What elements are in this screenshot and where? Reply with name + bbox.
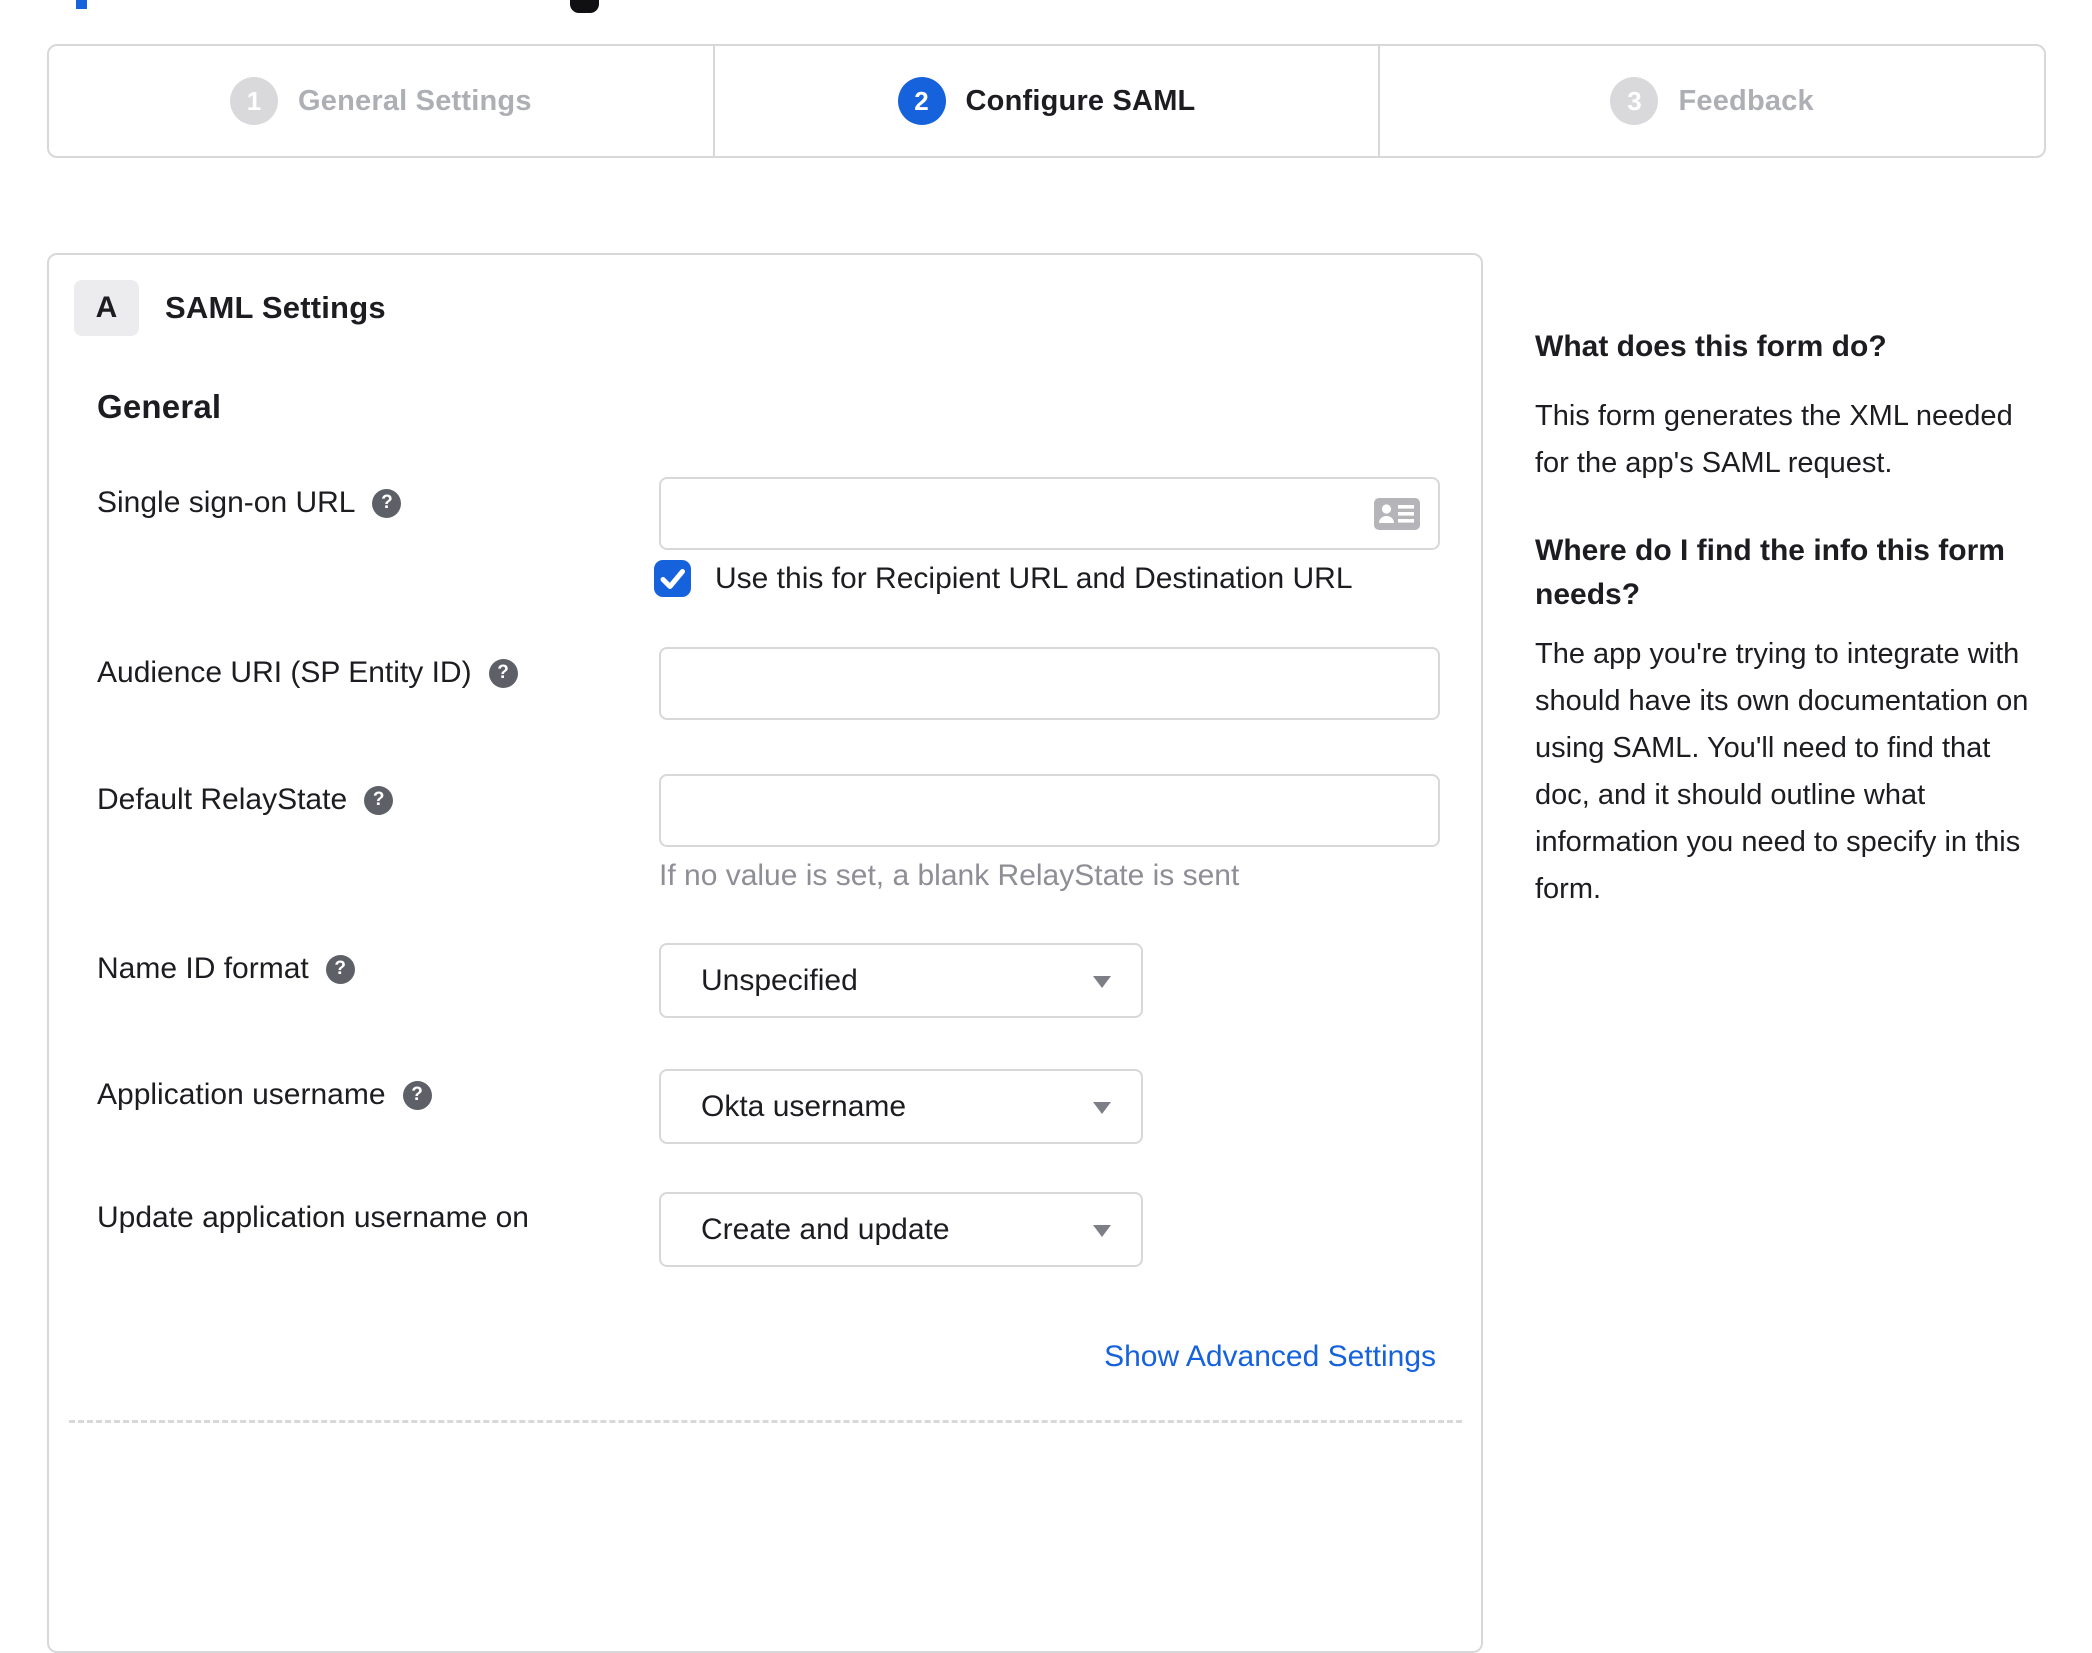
panel-title: SAML Settings xyxy=(165,290,386,325)
field-control: If no value is set, a blank RelayState i… xyxy=(659,774,1440,893)
field-label: Audience URI (SP Entity ID) ? xyxy=(97,656,518,690)
cropped-header-icon-fragment xyxy=(570,0,599,13)
sidebar-paragraph-where: The app you're trying to integrate with … xyxy=(1535,638,2029,905)
step-configure-saml[interactable]: 2 Configure SAML xyxy=(712,46,1379,156)
help-sidebar: What does this form do? This form genera… xyxy=(1535,325,2042,913)
field-control: Okta username xyxy=(659,1069,1143,1144)
field-label-text: Application username xyxy=(97,1078,386,1111)
field-row-audience-uri: Audience URI (SP Entity ID) ? xyxy=(97,647,1481,720)
step-label: General Settings xyxy=(298,84,532,117)
update-application-username-select[interactable]: Create and update xyxy=(659,1192,1143,1267)
field-control: Create and update xyxy=(659,1192,1143,1267)
select-value: Unspecified xyxy=(701,963,858,997)
field-label-text: Default RelayState xyxy=(97,783,348,816)
chevron-down-icon xyxy=(1093,1101,1111,1114)
sidebar-paragraph-what: This form generates the XML needed for t… xyxy=(1535,400,2013,479)
sidebar-heading-where: Where do I find the info this form needs… xyxy=(1535,534,2005,611)
help-icon[interactable]: ? xyxy=(402,1080,432,1110)
general-section-heading: General xyxy=(97,388,222,425)
field-control xyxy=(659,477,1440,550)
field-label: Application username ? xyxy=(97,1078,432,1112)
help-icon[interactable]: ? xyxy=(372,488,402,518)
field-label: Single sign-on URL ? xyxy=(97,486,402,520)
step-number-badge: 1 xyxy=(230,77,278,125)
step-general-settings[interactable]: 1 General Settings xyxy=(49,46,713,156)
sidebar-heading-what: What does this form do? xyxy=(1535,330,1887,363)
field-label: Name ID format ? xyxy=(97,952,355,986)
chevron-down-icon xyxy=(1093,975,1111,988)
contact-card-icon[interactable] xyxy=(1374,497,1420,530)
field-label-text: Update application username on xyxy=(97,1201,529,1234)
help-icon[interactable]: ? xyxy=(364,785,394,815)
show-advanced-settings-link[interactable]: Show Advanced Settings xyxy=(1104,1340,1436,1374)
recipient-url-checkbox-row: Use this for Recipient URL and Destinati… xyxy=(654,560,1353,597)
field-label: Update application username on xyxy=(97,1201,529,1235)
field-label-text: Audience URI (SP Entity ID) xyxy=(97,656,472,689)
recipient-url-checkbox[interactable] xyxy=(654,560,691,597)
application-username-select[interactable]: Okta username xyxy=(659,1069,1143,1144)
field-control: Unspecified xyxy=(659,943,1143,1018)
field-control xyxy=(659,647,1440,720)
step-number-badge: 2 xyxy=(897,77,946,125)
help-icon[interactable]: ? xyxy=(488,658,518,688)
step-feedback[interactable]: 3 Feedback xyxy=(1378,46,2044,156)
step-label: Feedback xyxy=(1678,84,1814,117)
help-icon[interactable]: ? xyxy=(325,954,355,984)
wizard-stepper: 1 General Settings 2 Configure SAML 3 Fe… xyxy=(47,44,2046,158)
audience-uri-input[interactable] xyxy=(659,647,1440,720)
field-label-text: Name ID format xyxy=(97,952,309,985)
chevron-down-icon xyxy=(1093,1224,1111,1237)
select-value: Create and update xyxy=(701,1212,950,1246)
section-dashed-divider xyxy=(69,1420,1462,1423)
checkbox-label: Use this for Recipient URL and Destinati… xyxy=(715,561,1353,595)
field-row-single-sign-on-url: Single sign-on URL ? xyxy=(97,477,1481,550)
name-id-format-select[interactable]: Unspecified xyxy=(659,943,1143,1018)
field-label-text: Single sign-on URL xyxy=(97,486,356,519)
single-sign-on-url-input[interactable] xyxy=(659,477,1440,550)
field-row-default-relaystate: Default RelayState ? If no value is set,… xyxy=(97,774,1481,893)
select-value: Okta username xyxy=(701,1089,907,1123)
step-label: Configure SAML xyxy=(965,84,1196,117)
default-relaystate-input[interactable] xyxy=(659,774,1440,847)
step-number-badge: 3 xyxy=(1610,77,1659,125)
saml-settings-panel: A SAML Settings General Single sign-on U… xyxy=(47,253,1483,1653)
section-badge: A xyxy=(74,280,139,336)
field-label: Default RelayState ? xyxy=(97,783,394,817)
cropped-header-accent-fragment xyxy=(76,0,87,9)
relaystate-hint: If no value is set, a blank RelayState i… xyxy=(659,859,1240,892)
